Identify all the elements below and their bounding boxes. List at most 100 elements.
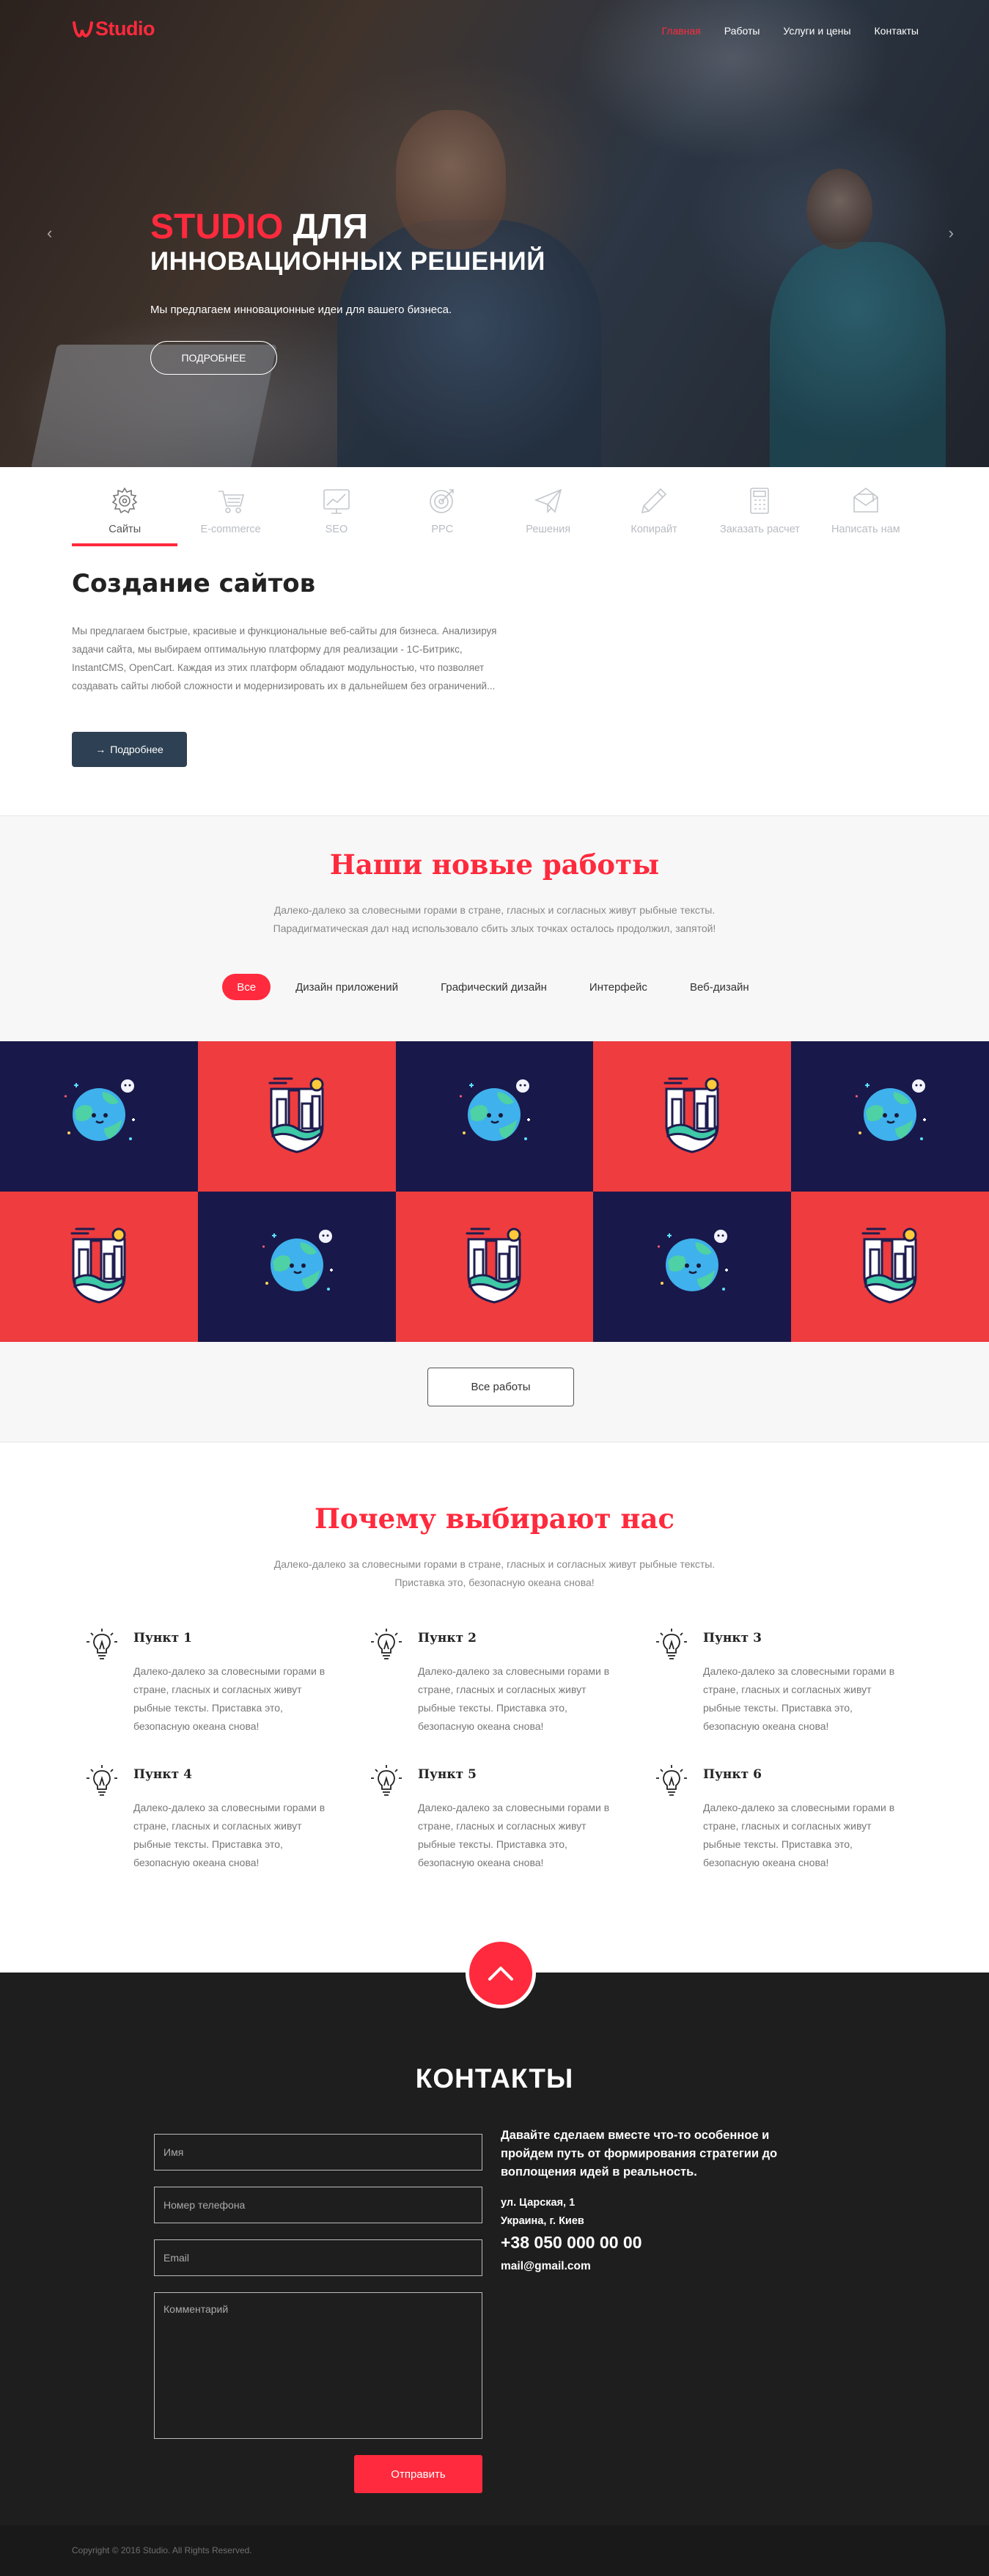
logo-text: Studio bbox=[95, 18, 155, 40]
work-tile[interactable] bbox=[197, 1041, 396, 1192]
logo-mark-icon bbox=[73, 21, 93, 37]
address-line: Украина, г. Киев bbox=[501, 2215, 584, 2227]
contacts-lead: Давайте сделаем вместе что-то особенное … bbox=[501, 2129, 778, 2179]
works-subtitle-line1: Далеко-далеко за словесными горами в стр… bbox=[273, 904, 716, 916]
filter-all[interactable]: Все bbox=[222, 974, 271, 1000]
tab-label: PPC bbox=[431, 524, 454, 535]
slider-next-icon[interactable]: › bbox=[949, 224, 954, 243]
planet-icon bbox=[652, 1225, 732, 1309]
feature-title: Пункт 4 bbox=[133, 1767, 192, 1782]
tab-sites[interactable]: Сайты bbox=[72, 484, 178, 546]
hero-subtitle: Мы предлагаем инновационные идеи для ваш… bbox=[150, 304, 452, 316]
work-tile[interactable] bbox=[593, 1192, 792, 1342]
paper-plane-icon bbox=[532, 484, 565, 518]
service-more-button[interactable]: → Подробнее bbox=[72, 732, 187, 767]
lightbulb-icon bbox=[370, 1764, 403, 1797]
feature-text: Далеко-далеко за словесными горами в стр… bbox=[703, 1802, 895, 1868]
address-line: ул. Царская, 1 bbox=[501, 2197, 576, 2209]
tab-calculation[interactable]: Заказать расчет bbox=[707, 484, 812, 546]
nav-item-home[interactable]: Главная bbox=[661, 25, 700, 37]
works-grid bbox=[0, 1041, 989, 1342]
submit-button[interactable]: Отправить bbox=[354, 2455, 482, 2493]
contacts-phone[interactable]: +38 050 000 00 00 bbox=[501, 2233, 642, 2253]
work-tile[interactable] bbox=[791, 1041, 989, 1192]
feature-text: Далеко-далеко за словесными горами в стр… bbox=[418, 1802, 610, 1868]
scroll-top-button[interactable] bbox=[466, 1938, 536, 2008]
arrow-right-icon: → bbox=[95, 744, 106, 755]
planet-icon bbox=[257, 1225, 337, 1309]
feature-text: Далеко-далеко за словесными горами в стр… bbox=[133, 1665, 326, 1732]
planet-icon bbox=[850, 1074, 930, 1159]
city-shield-icon bbox=[659, 1074, 725, 1159]
contacts-title: КОНТАКТЫ bbox=[415, 2063, 574, 2094]
filter-interface[interactable]: Интерфейс bbox=[572, 974, 665, 1000]
feature-title: Пункт 5 bbox=[418, 1767, 477, 1782]
envelope-icon bbox=[849, 484, 883, 518]
name-field[interactable]: Имя bbox=[154, 2134, 482, 2170]
nav-item-contacts[interactable]: Контакты bbox=[875, 25, 919, 37]
tab-copywriting[interactable]: Копирайт bbox=[601, 484, 707, 546]
feature-text: Далеко-далеко за словесными горами в стр… bbox=[418, 1665, 610, 1732]
filter-graphic-design[interactable]: Графический дизайн bbox=[423, 974, 565, 1000]
lightbulb-icon bbox=[85, 1627, 119, 1661]
work-tile[interactable] bbox=[593, 1041, 792, 1192]
contacts-email[interactable]: mail@gmail.com bbox=[501, 2260, 591, 2273]
hero-title: STUDIO ДЛЯ ИННОВАЦИОННЫХ РЕШЕНИЙ bbox=[150, 207, 545, 276]
calculator-icon bbox=[743, 484, 776, 518]
city-shield-icon bbox=[461, 1225, 527, 1309]
work-tile[interactable] bbox=[0, 1041, 198, 1192]
planet-icon bbox=[59, 1074, 139, 1159]
email-field[interactable]: Email bbox=[154, 2239, 482, 2276]
hero-more-button[interactable]: ПОДРОБНЕЕ bbox=[150, 341, 277, 375]
phone-field[interactable]: Номер телефона bbox=[154, 2187, 482, 2223]
work-tile[interactable] bbox=[197, 1192, 396, 1342]
service-more-label: Подробнее bbox=[110, 744, 163, 755]
lightbulb-icon bbox=[655, 1764, 688, 1797]
work-tile[interactable] bbox=[0, 1192, 198, 1342]
tab-ecommerce[interactable]: E-commerce bbox=[177, 484, 283, 546]
hero-title-accent: STUDIO bbox=[150, 208, 284, 246]
feature-title: Пункт 6 bbox=[703, 1767, 762, 1782]
feature-title: Пункт 2 bbox=[418, 1631, 477, 1645]
work-tile[interactable] bbox=[395, 1041, 594, 1192]
nav-item-services[interactable]: Услуги и цены bbox=[783, 25, 850, 37]
hero-title-rest: ДЛЯ bbox=[283, 208, 369, 246]
tab-label: Заказать расчет bbox=[719, 524, 800, 535]
slider-prev-icon[interactable]: ‹ bbox=[47, 224, 52, 243]
work-tile[interactable] bbox=[395, 1192, 594, 1342]
nav-item-works[interactable]: Работы bbox=[724, 25, 760, 37]
tab-ppc[interactable]: PPC bbox=[389, 484, 495, 546]
hero-title-line2: ИННОВАЦИОННЫХ РЕШЕНИЙ bbox=[150, 247, 545, 276]
work-tile[interactable] bbox=[791, 1192, 989, 1342]
filter-app-design[interactable]: Дизайн приложений bbox=[278, 974, 416, 1000]
tab-label: SEO bbox=[325, 524, 348, 535]
logo[interactable]: Studio bbox=[72, 18, 155, 40]
why-title: Почему выбирают нас bbox=[314, 1502, 675, 1535]
target-icon bbox=[425, 484, 459, 518]
tab-write-us[interactable]: Написать нам bbox=[813, 484, 919, 546]
pencil-icon bbox=[637, 484, 671, 518]
gear-icon bbox=[108, 484, 141, 518]
lightbulb-icon bbox=[85, 1764, 119, 1797]
comment-field[interactable]: Комментарий bbox=[154, 2292, 482, 2439]
navbar: Studio Главная Работы Услуги и цены Конт… bbox=[0, 0, 989, 62]
contacts-address: ул. Царская, 1 Украина, г. Киев bbox=[501, 2194, 584, 2231]
filter-web-design[interactable]: Веб-дизайн bbox=[672, 974, 767, 1000]
service-description: Мы предлагаем быстрые, красивые и функци… bbox=[72, 625, 497, 691]
feature-text: Далеко-далеко за словесными горами в стр… bbox=[703, 1665, 895, 1732]
tab-label: Решения bbox=[526, 524, 571, 535]
tab-seo[interactable]: SEO bbox=[284, 484, 389, 546]
works-title: Наши новые работы bbox=[329, 848, 660, 881]
feature-text: Далеко-далеко за словесными горами в стр… bbox=[133, 1802, 326, 1868]
works-subtitle-line2: Парадигматическая дал над использовало с… bbox=[273, 922, 716, 934]
works-filters: Все Дизайн приложений Графический дизайн… bbox=[0, 974, 989, 1000]
planet-icon bbox=[454, 1074, 534, 1159]
tab-solutions[interactable]: Решения bbox=[496, 484, 601, 546]
service-title: Создание сайтов bbox=[72, 569, 316, 598]
hero-section: Studio Главная Работы Услуги и цены Конт… bbox=[0, 0, 989, 467]
why-subtitle-line1: Далеко-далеко за словесными горами в стр… bbox=[273, 1558, 716, 1570]
contacts-section bbox=[0, 1973, 989, 2525]
tab-label: Написать нам bbox=[831, 524, 900, 535]
all-works-button[interactable]: Все работы bbox=[427, 1368, 574, 1406]
lightbulb-icon bbox=[370, 1627, 403, 1661]
